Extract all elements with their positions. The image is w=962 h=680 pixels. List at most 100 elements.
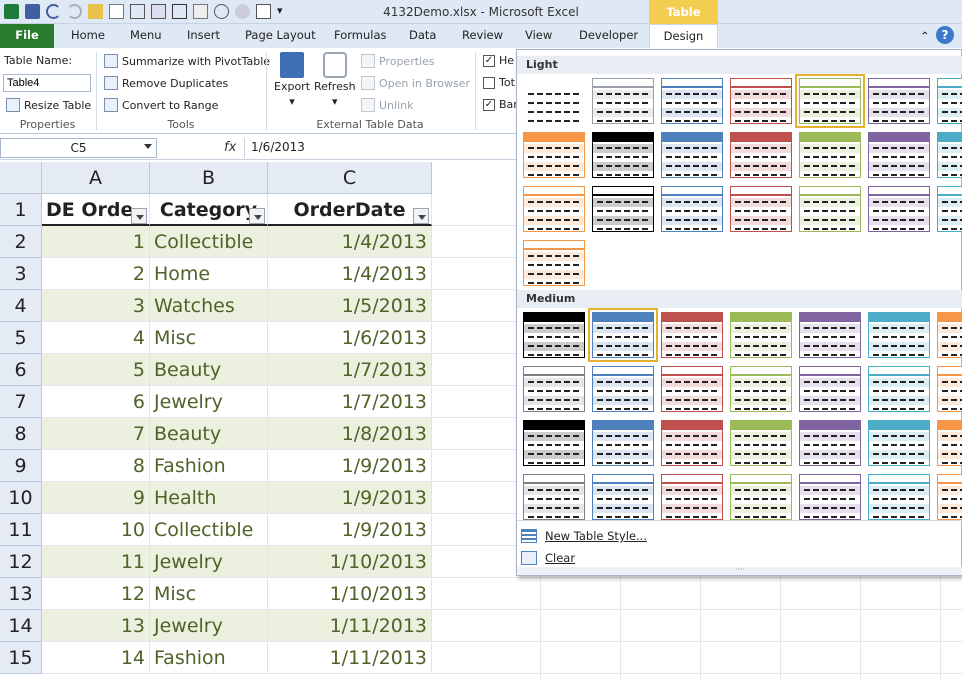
- table-cell[interactable]: Health: [150, 482, 268, 514]
- table-style-medium-16[interactable]: [592, 420, 654, 466]
- tab-view[interactable]: View: [525, 28, 552, 42]
- table-cell[interactable]: Beauty: [150, 354, 268, 386]
- table-cell[interactable]: Jewelry: [150, 546, 268, 578]
- banded-rows-checkbox[interactable]: ✓ Ban: [483, 98, 520, 111]
- convert-to-range-button[interactable]: Convert to Range: [104, 98, 218, 112]
- column-header-c[interactable]: C: [268, 162, 432, 194]
- tab-review[interactable]: Review: [462, 28, 503, 42]
- table-cell[interactable]: 1/4/2013: [268, 258, 432, 290]
- table-style-medium-25[interactable]: [730, 474, 792, 520]
- name-box[interactable]: C5: [0, 138, 157, 158]
- table-cell[interactable]: Jewelry: [150, 610, 268, 642]
- table-style-light-20[interactable]: [868, 186, 930, 232]
- table-style-light-22[interactable]: [523, 240, 585, 286]
- properties-button[interactable]: Properties: [361, 54, 435, 68]
- table-style-light-19[interactable]: [799, 186, 861, 232]
- table-cell[interactable]: 1/9/2013: [268, 450, 432, 482]
- table-cell[interactable]: 1/7/2013: [268, 354, 432, 386]
- table-style-light-10[interactable]: [661, 132, 723, 178]
- table-cell[interactable]: Misc: [150, 322, 268, 354]
- table-style-light-16[interactable]: [592, 186, 654, 232]
- table-cell[interactable]: 1/5/2013: [268, 290, 432, 322]
- filter-dropdown-icon[interactable]: [131, 208, 147, 224]
- row-header[interactable]: 6: [0, 354, 42, 386]
- tab-home[interactable]: Home: [71, 28, 105, 42]
- table-style-medium-14[interactable]: [937, 366, 962, 412]
- filter-dropdown-icon[interactable]: [413, 208, 429, 224]
- tab-design[interactable]: Design: [649, 24, 718, 48]
- table-style-light-17[interactable]: [661, 186, 723, 232]
- table-cell[interactable]: Watches: [150, 290, 268, 322]
- table-cell[interactable]: 12: [42, 578, 150, 610]
- table-cell[interactable]: 13: [42, 610, 150, 642]
- new-table-style-button[interactable]: New Table Style...: [521, 529, 647, 543]
- table-style-medium-23[interactable]: [592, 474, 654, 520]
- row-header[interactable]: 3: [0, 258, 42, 290]
- open-in-browser-button[interactable]: Open in Browser: [361, 76, 470, 90]
- row-header[interactable]: 12: [0, 546, 42, 578]
- row-header[interactable]: 2: [0, 226, 42, 258]
- table-style-medium-27[interactable]: [868, 474, 930, 520]
- table-cell[interactable]: 11: [42, 546, 150, 578]
- table-cell[interactable]: Beauty: [150, 418, 268, 450]
- column-header-a[interactable]: A: [42, 162, 150, 194]
- total-row-checkbox[interactable]: Tot: [483, 76, 515, 89]
- table-cell[interactable]: 9: [42, 482, 150, 514]
- minimize-ribbon-icon[interactable]: ⌃: [920, 29, 930, 43]
- help-icon[interactable]: ?: [936, 26, 954, 44]
- tab-menu[interactable]: Menu: [130, 28, 162, 42]
- table-cell[interactable]: 1/10/2013: [268, 546, 432, 578]
- table-name-input[interactable]: [3, 74, 91, 92]
- remove-duplicates-button[interactable]: Remove Duplicates: [104, 76, 228, 90]
- table-header-cell[interactable]: DE Orde: [42, 194, 150, 226]
- table-style-medium-12[interactable]: [799, 366, 861, 412]
- table-header-cell[interactable]: OrderDate: [268, 194, 432, 226]
- filter-dropdown-icon[interactable]: [249, 208, 265, 224]
- table-cell[interactable]: 7: [42, 418, 150, 450]
- table-style-light-9[interactable]: [592, 132, 654, 178]
- table-style-light-7[interactable]: [937, 78, 962, 124]
- table-cell[interactable]: 8: [42, 450, 150, 482]
- table-cell[interactable]: 6: [42, 386, 150, 418]
- table-cell[interactable]: Home: [150, 258, 268, 290]
- table-cell[interactable]: 1/11/2013: [268, 610, 432, 642]
- table-style-medium-10[interactable]: [661, 366, 723, 412]
- unlink-button[interactable]: Unlink: [361, 98, 413, 112]
- table-style-medium-7[interactable]: [937, 312, 962, 358]
- column-header-b[interactable]: B: [150, 162, 268, 194]
- table-style-light-3[interactable]: [661, 78, 723, 124]
- table-style-medium-19[interactable]: [799, 420, 861, 466]
- table-style-light-6[interactable]: [868, 78, 930, 124]
- table-cell[interactable]: 1/7/2013: [268, 386, 432, 418]
- header-row-checkbox[interactable]: ✓ He: [483, 54, 514, 67]
- name-box-dropdown-icon[interactable]: [144, 144, 152, 149]
- table-style-medium-20[interactable]: [868, 420, 930, 466]
- table-cell[interactable]: 1/9/2013: [268, 514, 432, 546]
- table-style-light-15[interactable]: [523, 186, 585, 232]
- table-style-medium-15[interactable]: [523, 420, 585, 466]
- tab-developer[interactable]: Developer: [579, 28, 638, 42]
- row-header[interactable]: 1: [0, 194, 42, 226]
- table-style-medium-1[interactable]: [523, 312, 585, 358]
- table-cell[interactable]: Collectible: [150, 226, 268, 258]
- table-style-medium-17[interactable]: [661, 420, 723, 466]
- table-cell[interactable]: 1/11/2013: [268, 642, 432, 674]
- table-style-medium-5[interactable]: [799, 312, 861, 358]
- table-cell[interactable]: 5: [42, 354, 150, 386]
- row-header[interactable]: 10: [0, 482, 42, 514]
- row-header[interactable]: 7: [0, 386, 42, 418]
- table-header-cell[interactable]: Category: [150, 194, 268, 226]
- row-header[interactable]: 14: [0, 610, 42, 642]
- table-style-medium-28[interactable]: [937, 474, 962, 520]
- table-cell[interactable]: 1/10/2013: [268, 578, 432, 610]
- tab-page-layout[interactable]: Page Layout: [245, 28, 316, 42]
- table-style-light-13[interactable]: [868, 132, 930, 178]
- table-cell[interactable]: Fashion: [150, 642, 268, 674]
- table-style-light-12[interactable]: [799, 132, 861, 178]
- table-style-medium-4[interactable]: [730, 312, 792, 358]
- table-style-light-2[interactable]: [592, 78, 654, 124]
- table-cell[interactable]: 4: [42, 322, 150, 354]
- row-header[interactable]: 4: [0, 290, 42, 322]
- row-header[interactable]: 5: [0, 322, 42, 354]
- table-style-medium-8[interactable]: [523, 366, 585, 412]
